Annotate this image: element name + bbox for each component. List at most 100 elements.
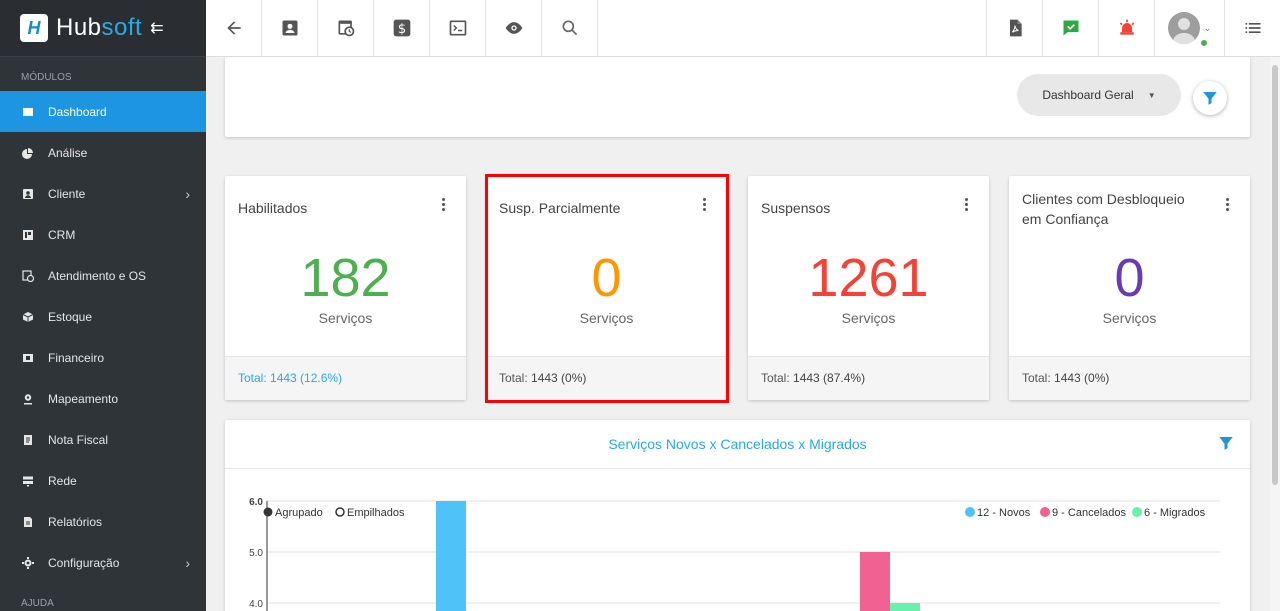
sidebar-item-mapeamento[interactable]: Mapeamento [0, 378, 206, 419]
view-button[interactable] [486, 0, 542, 56]
search-button[interactable] [542, 0, 598, 56]
schedule-button[interactable] [318, 0, 374, 56]
more-vert-icon[interactable] [965, 198, 969, 213]
receipt-icon [22, 434, 34, 446]
sidebar-item-label: Estoque [48, 309, 93, 324]
collapse-sidebar-icon[interactable]: ⇇ [150, 18, 163, 38]
stat-total-value: 1443 (87.4%) [793, 371, 866, 385]
stat-total-value: 1443 (0%) [531, 371, 587, 385]
contact-icon [22, 188, 34, 200]
sidebar-item-label: Relatórios [48, 514, 103, 529]
check-message-icon [1063, 20, 1078, 36]
user-avatar-button[interactable]: ⌄ [1154, 0, 1224, 56]
filter-button[interactable] [1193, 81, 1227, 115]
stat-label: Serviços [318, 310, 373, 326]
more-vert-icon[interactable] [442, 198, 446, 213]
stat-label: Serviços [579, 310, 634, 326]
brand-logo[interactable]: H Hubsoft ⇇ [0, 0, 206, 57]
stat-value: 0 [591, 248, 622, 308]
y-tick-label: 5.0 [249, 548, 263, 559]
sidebar-nav: Dashboard Análise Cliente › CRM Atendimento e… [0, 91, 206, 583]
section-modules-label: MÓDULOS [21, 72, 72, 83]
sidebar-item-label: Análise [48, 145, 88, 160]
sidebar-item-cliente[interactable]: Cliente › [0, 173, 206, 214]
stat-total-value: 1443 (0%) [1054, 371, 1110, 385]
top-toolbar: $ ⌄ [206, 0, 1280, 57]
pdf-icon [1009, 19, 1022, 37]
dollar-icon: $ [393, 19, 410, 37]
stat-value: 0 [1114, 248, 1145, 308]
dashboard-icon [22, 106, 34, 118]
legend-swatch [1040, 507, 1050, 517]
list-icon [1245, 23, 1260, 33]
brand-name: Hubsoft [56, 14, 142, 42]
sidebar-item-crm[interactable]: CRM [0, 214, 206, 255]
chart-filter-button[interactable] [1217, 434, 1235, 457]
sidebar-item-nota-fiscal[interactable]: Nota Fiscal [0, 419, 206, 460]
contact-card-button[interactable] [262, 0, 318, 56]
sidebar-item-configuracao[interactable]: Configuração › [0, 542, 206, 583]
money-icon [22, 352, 34, 364]
sidebar-item-label: Nota Fiscal [48, 432, 109, 447]
radio-empilhados-label[interactable]: Empilhados [347, 507, 405, 519]
more-vert-icon[interactable] [1226, 198, 1230, 213]
board-icon [22, 229, 34, 241]
pdf-button[interactable] [986, 0, 1042, 56]
avatar-chevron-down-icon: ⌄ [1203, 22, 1212, 33]
page-scrollbar[interactable] [1270, 57, 1280, 611]
stat-total-label: Total: [238, 371, 267, 385]
app-root: H Hubsoft ⇇ MÓDULOS Dashboard Análise Clie… [0, 0, 1280, 611]
gear-icon [22, 556, 34, 569]
bar-12-novos [436, 501, 466, 611]
sidebar-item-dashboard[interactable]: Dashboard [0, 91, 206, 132]
sidebar-item-label: Configuração [48, 555, 120, 570]
back-button[interactable] [206, 0, 262, 56]
radio-empilhados [335, 507, 345, 517]
sidebar-item-label: Dashboard [48, 104, 107, 119]
sidebar-item-financeiro[interactable]: Financeiro [0, 337, 206, 378]
dashboard-select[interactable]: Dashboard Geral ▼ [1017, 74, 1181, 116]
user-silhouette-icon [1171, 18, 1196, 44]
sidebar-item-label: Atendimento e OS [48, 268, 147, 283]
sidebar-item-rede[interactable]: Rede [0, 460, 206, 501]
terminal-button[interactable] [430, 0, 486, 56]
stat-label: Serviços [841, 310, 896, 326]
sidebar-item-label: Mapeamento [48, 391, 119, 406]
filter-icon [1219, 437, 1233, 450]
box-icon [22, 311, 34, 323]
messages-button[interactable] [1042, 0, 1098, 56]
stat-footer: Total: 1443 (0%) [486, 356, 727, 400]
chevron-right-icon: › [185, 555, 190, 571]
filter-icon [1203, 92, 1217, 105]
terminal-icon [449, 20, 466, 36]
section-help-label: AJUDA [21, 598, 54, 609]
calendar-clock-icon [338, 20, 354, 37]
sidebar: H Hubsoft ⇇ MÓDULOS Dashboard Análise Clie… [0, 0, 206, 611]
radio-agrupado-label[interactable]: Agrupado [275, 507, 323, 519]
stat-title: Susp. Parcialmente [499, 200, 621, 216]
alarm-icon [1119, 19, 1134, 35]
stat-value: 182 [300, 248, 391, 308]
server-icon [22, 475, 34, 487]
radio-agrupado-checked [263, 507, 273, 517]
sidebar-item-atendimento-e-os[interactable]: Atendimento e OS [0, 255, 206, 296]
file-icon [22, 516, 34, 528]
finance-button[interactable]: $ [374, 0, 430, 56]
menu-list-button[interactable] [1224, 0, 1280, 56]
eye-icon [505, 22, 522, 34]
toolbar-right: ⌄ [986, 0, 1280, 56]
contact-card-icon [282, 20, 297, 36]
sidebar-item-analise[interactable]: Análise [0, 132, 206, 173]
stat-total-label: Total: [761, 371, 790, 385]
caret-down-icon: ▼ [1147, 90, 1156, 100]
sidebar-item-relatorios[interactable]: Relatórios [0, 501, 206, 542]
sidebar-item-estoque[interactable]: Estoque [0, 296, 206, 337]
y-tick-label: 6.0 [249, 497, 263, 508]
more-vert-icon[interactable] [703, 198, 707, 213]
stat-footer: Total: 1443 (12.6%) [225, 356, 466, 400]
chevron-right-icon: › [185, 186, 190, 202]
scrollbar-thumb[interactable] [1272, 65, 1278, 485]
alarms-button[interactable] [1098, 0, 1154, 56]
sidebar-item-label: Rede [48, 473, 77, 488]
stat-footer: Total: 1443 (0%) [1009, 356, 1250, 400]
